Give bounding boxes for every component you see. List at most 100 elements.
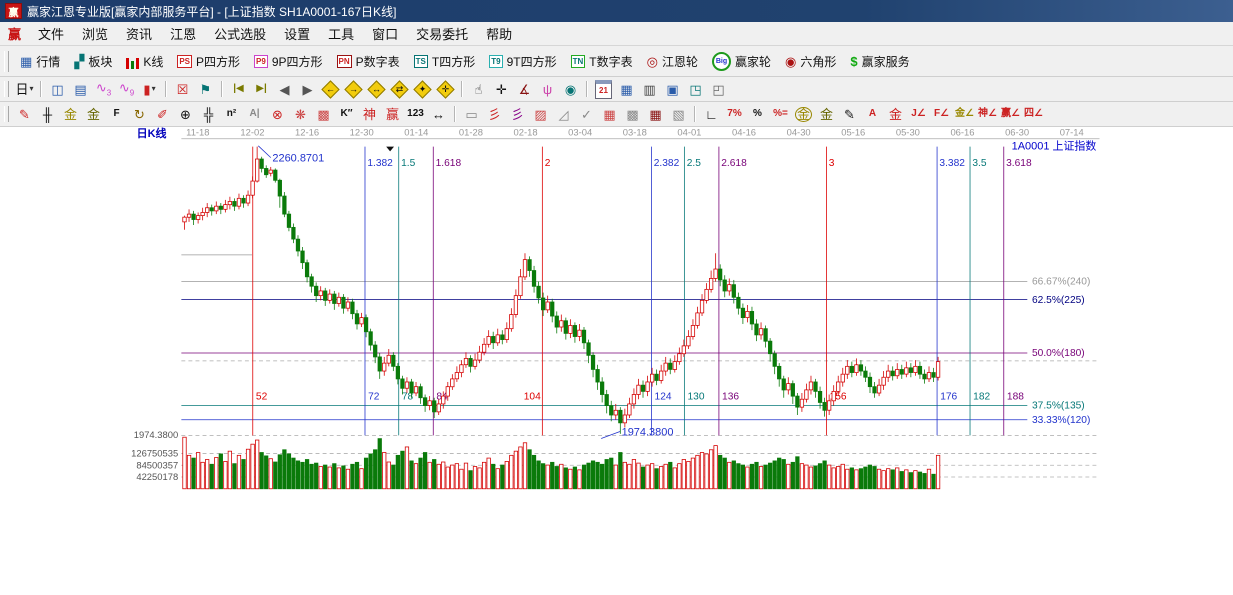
last-page-icon[interactable]: ▶|	[251, 79, 272, 99]
web-grid-icon[interactable]: ▩	[313, 104, 334, 124]
gann-grid-icon[interactable]: ╫	[37, 104, 58, 124]
pct-line-icon[interactable]: %=	[770, 104, 791, 124]
gann-shape-icon[interactable]: ψ	[537, 79, 558, 99]
save-icon[interactable]: ▣	[662, 79, 683, 99]
box-diagonal-icon[interactable]: ▨	[530, 104, 551, 124]
menu-settings[interactable]: 设置	[275, 24, 319, 43]
print-computer-icon[interactable]: ◰	[708, 79, 729, 99]
expand-all-icon[interactable]: ✦	[412, 79, 433, 99]
winner-service-button[interactable]: $赢家服务	[843, 49, 916, 73]
ying-tool-icon[interactable]: 赢	[382, 104, 403, 124]
check-lines-icon[interactable]: ✓	[576, 104, 597, 124]
k-mark-icon[interactable]: K″	[336, 104, 357, 124]
n-square-icon[interactable]: n²	[221, 104, 242, 124]
9p-square-button[interactable]: P99P四方形	[247, 49, 329, 73]
volume-bar	[451, 465, 454, 489]
time-lines-icon[interactable]: ╬	[198, 104, 219, 124]
t-square-button[interactable]: TST四方形	[407, 49, 483, 73]
gold-line-icon[interactable]: 金	[816, 104, 837, 124]
a-wave-icon[interactable]: A	[862, 104, 883, 124]
j-angle-icon[interactable]: J∠	[908, 104, 929, 124]
grid3-icon[interactable]: ▦	[645, 104, 666, 124]
web-icon[interactable]: ❋	[290, 104, 311, 124]
first-page-icon[interactable]: |◀	[228, 79, 249, 99]
hand-icon[interactable]: ☝	[468, 79, 489, 99]
next-page-icon[interactable]: ▶	[297, 79, 318, 99]
menu-browse[interactable]: 浏览	[73, 24, 117, 43]
span-arrows-icon[interactable]: ↔	[428, 104, 449, 124]
candle-type-dropdown[interactable]: ▮▾	[139, 79, 160, 99]
gold-section-icon[interactable]: 金	[60, 104, 81, 124]
grid-icon[interactable]: ▦	[599, 104, 620, 124]
9t-square-button[interactable]: T99T四方形	[482, 49, 563, 73]
gold-angle-icon-glyph: 金∠	[955, 109, 974, 119]
title-bar[interactable]: 赢 赢家江恩专业版[赢家内部服务平台] - [上证指数 SH1A0001-167…	[0, 0, 1233, 22]
fan-box-icon[interactable]: 彡	[507, 104, 528, 124]
p-square-button[interactable]: PSP四方形	[170, 49, 247, 73]
formula-icon[interactable]: ☒	[172, 79, 193, 99]
compress-h-icon[interactable]: ⇄	[389, 79, 410, 99]
menu-tools[interactable]: 工具	[319, 24, 363, 43]
hexagon-button[interactable]: ◉六角形	[778, 49, 843, 73]
steps-icon[interactable]: ∟	[701, 104, 722, 124]
calculator-icon[interactable]: ▦	[616, 79, 637, 99]
gann-wheel-button[interactable]: ◎江恩轮	[640, 49, 705, 73]
p-number-table-button[interactable]: PNP数字表	[330, 49, 407, 73]
shift-right-icon[interactable]: →	[343, 79, 364, 99]
net-computer-icon[interactable]: ◳	[685, 79, 706, 99]
menu-trade[interactable]: 交易委托	[407, 24, 477, 43]
hatch-icon[interactable]: ▧	[668, 104, 689, 124]
si-angle-icon[interactable]: 四∠	[1023, 104, 1044, 124]
gann-circle-icon[interactable]: ⊕	[175, 104, 196, 124]
diagonal-lines-icon[interactable]: ◿	[553, 104, 574, 124]
kline-button[interactable]: K线	[119, 49, 170, 73]
sectors-button[interactable]: ▞板块	[67, 49, 119, 73]
angle-measure-icon[interactable]: ∡	[514, 79, 535, 99]
winner-wheel-button[interactable]: Big赢家轮	[705, 49, 778, 73]
menu-formula-picker[interactable]: 公式选股	[205, 24, 275, 43]
levels-flag-icon[interactable]: ⚑	[195, 79, 216, 99]
ying-angle-icon[interactable]: 赢∠	[1000, 104, 1021, 124]
crosshair-icon[interactable]: ✛	[491, 79, 512, 99]
cycle-tool-icon[interactable]: ◉	[560, 79, 581, 99]
quotes-button[interactable]: ▦行情	[13, 49, 67, 73]
shen-angle-icon[interactable]: 神∠	[977, 104, 998, 124]
candle-pen-icon[interactable]: ✎	[839, 104, 860, 124]
box-select-icon[interactable]: ▭	[461, 104, 482, 124]
t-number-table-button[interactable]: TNT数字表	[564, 49, 640, 73]
gold-section2-icon[interactable]: 金	[83, 104, 104, 124]
menu-news[interactable]: 资讯	[117, 24, 161, 43]
grid-123-icon[interactable]: 123	[405, 104, 426, 124]
shift-left-icon[interactable]: ←	[320, 79, 341, 99]
wave9-chart-icon[interactable]: ∿9	[116, 79, 137, 99]
price-label-icon[interactable]: A|	[244, 104, 265, 124]
gold-red-icon[interactable]: 金	[885, 104, 906, 124]
pattern-window-icon[interactable]: ◫	[47, 79, 68, 99]
gold-circle-icon[interactable]: 金	[793, 104, 814, 124]
menu-gann[interactable]: 江恩	[161, 24, 205, 43]
gold-angle-icon[interactable]: 金∠	[954, 104, 975, 124]
pct-icon[interactable]: %	[747, 104, 768, 124]
shen-tool-icon[interactable]: 神	[359, 104, 380, 124]
brush-icon[interactable]: ✎	[14, 104, 35, 124]
period-day-dropdown[interactable]: 日▾	[14, 79, 35, 99]
calendar-icon[interactable]: 21	[593, 79, 614, 99]
menu-window[interactable]: 窗口	[363, 24, 407, 43]
compress-all-icon[interactable]: ✛	[435, 79, 456, 99]
wave3-chart-icon[interactable]: ∿3	[93, 79, 114, 99]
f-angle-icon[interactable]: F∠	[931, 104, 952, 124]
prev-page-icon[interactable]: ◀	[274, 79, 295, 99]
fan-icon[interactable]: 彡	[484, 104, 505, 124]
menu-help[interactable]: 帮助	[477, 24, 521, 43]
document-icon[interactable]: ▤	[70, 79, 91, 99]
expand-h-icon[interactable]: ↔	[366, 79, 387, 99]
notes-icon[interactable]: ▥	[639, 79, 660, 99]
draw-pen-icon[interactable]: ✐	[152, 104, 173, 124]
spiral-icon[interactable]: ↻	[129, 104, 150, 124]
grid2-icon[interactable]: ▩	[622, 104, 643, 124]
menu-file[interactable]: 文件	[29, 24, 73, 43]
target-icon[interactable]: ⊗	[267, 104, 288, 124]
pct7-icon[interactable]: 7%	[724, 104, 745, 124]
kline-chart-area[interactable]: 11-1812-0212-1612-3001-1401-2802-1803-04…	[0, 127, 1233, 590]
fibo-lines-icon[interactable]: F	[106, 104, 127, 124]
